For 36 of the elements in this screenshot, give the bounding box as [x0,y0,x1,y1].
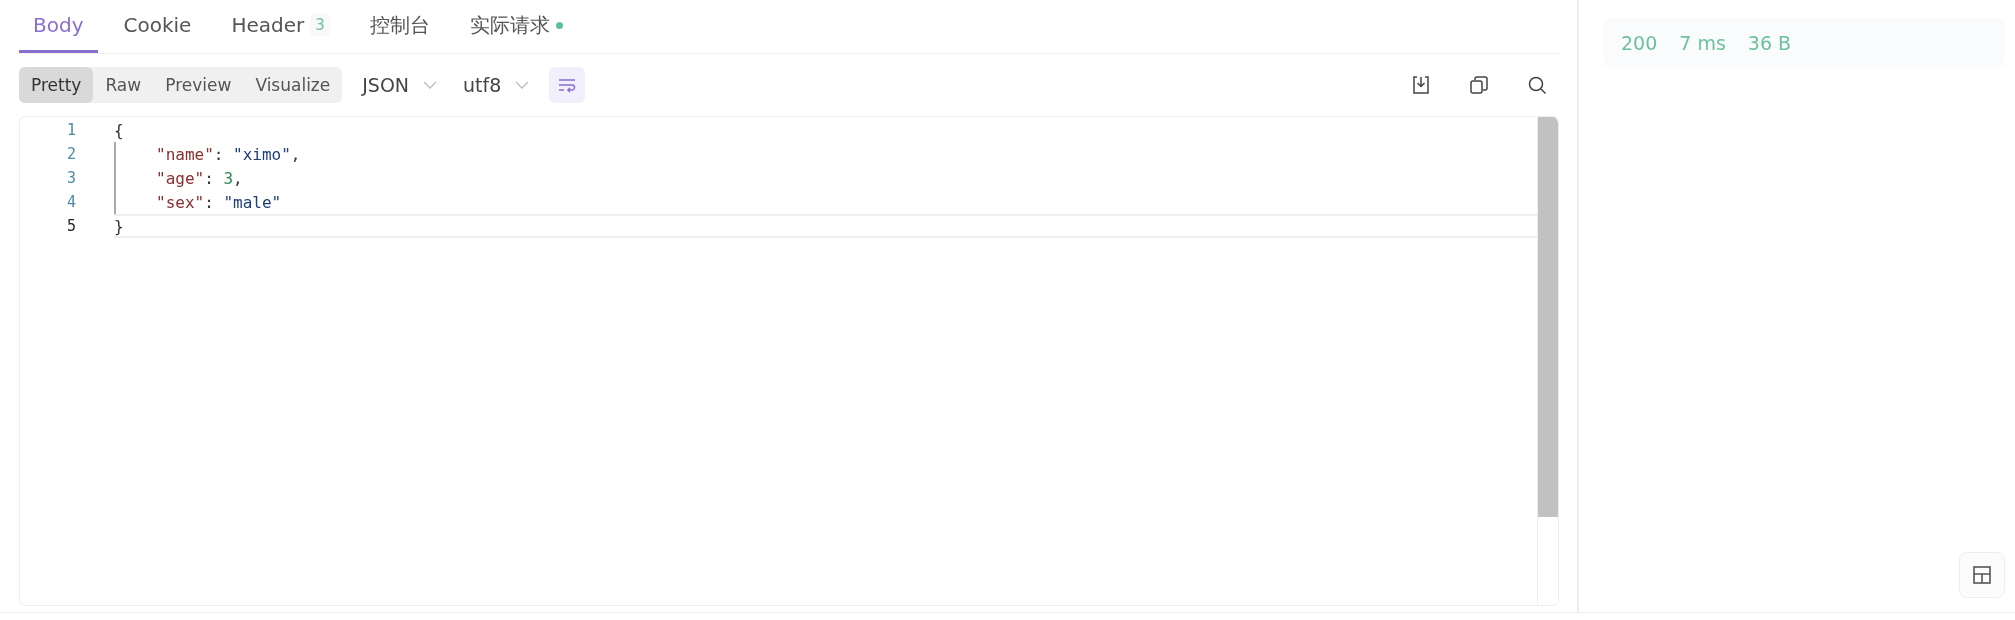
tab[interactable]: Body [19,0,98,53]
line-number: 4 [65,193,76,211]
dropdown[interactable]: JSON [356,74,444,96]
line-number: 1 [65,121,76,139]
chevron-down-icon [423,80,438,90]
line-number: 3 [65,169,76,187]
code-line: "sex": "male" [156,192,282,212]
code-line: { [114,120,124,140]
response-size: 36 B [1747,32,1792,54]
count-badge: 3 [310,14,330,36]
status-code: 200 [1621,32,1658,54]
wrap-lines-icon [557,77,578,93]
copy-icon[interactable] [1469,75,1489,95]
tab[interactable]: 控制台 [355,0,444,53]
view-mode-option[interactable]: Visualize [243,67,343,103]
tab[interactable]: Header 3 [217,0,344,53]
download-icon[interactable] [1411,75,1431,95]
chevron-down-icon [515,80,530,90]
line-number: 5 [65,217,76,235]
response-time: 7 ms [1679,32,1726,54]
view-mode-option[interactable]: Pretty [19,67,94,103]
code-line: "name": "ximo", [156,144,301,164]
layout-button[interactable] [1959,552,2005,598]
layout-icon [1972,565,1992,585]
search-icon[interactable] [1527,75,1547,95]
view-mode-option[interactable]: Preview [153,67,244,103]
view-mode-option[interactable]: Raw [93,67,154,103]
dropdown[interactable]: utf8 [457,74,536,96]
code-editor[interactable]: 1 { 2 "name": "ximo", 3 "age": 3, 4 "sex": "male" 5 } [19,116,1559,606]
tab[interactable]: Cookie [109,0,206,53]
scrollbar[interactable] [1537,117,1558,605]
code-line: "age": 3, [156,168,243,188]
tab[interactable]: 实际请求 [455,0,577,53]
wrap-toggle[interactable] [549,67,586,103]
code-line: } [114,216,124,236]
line-number: 2 [65,145,76,163]
